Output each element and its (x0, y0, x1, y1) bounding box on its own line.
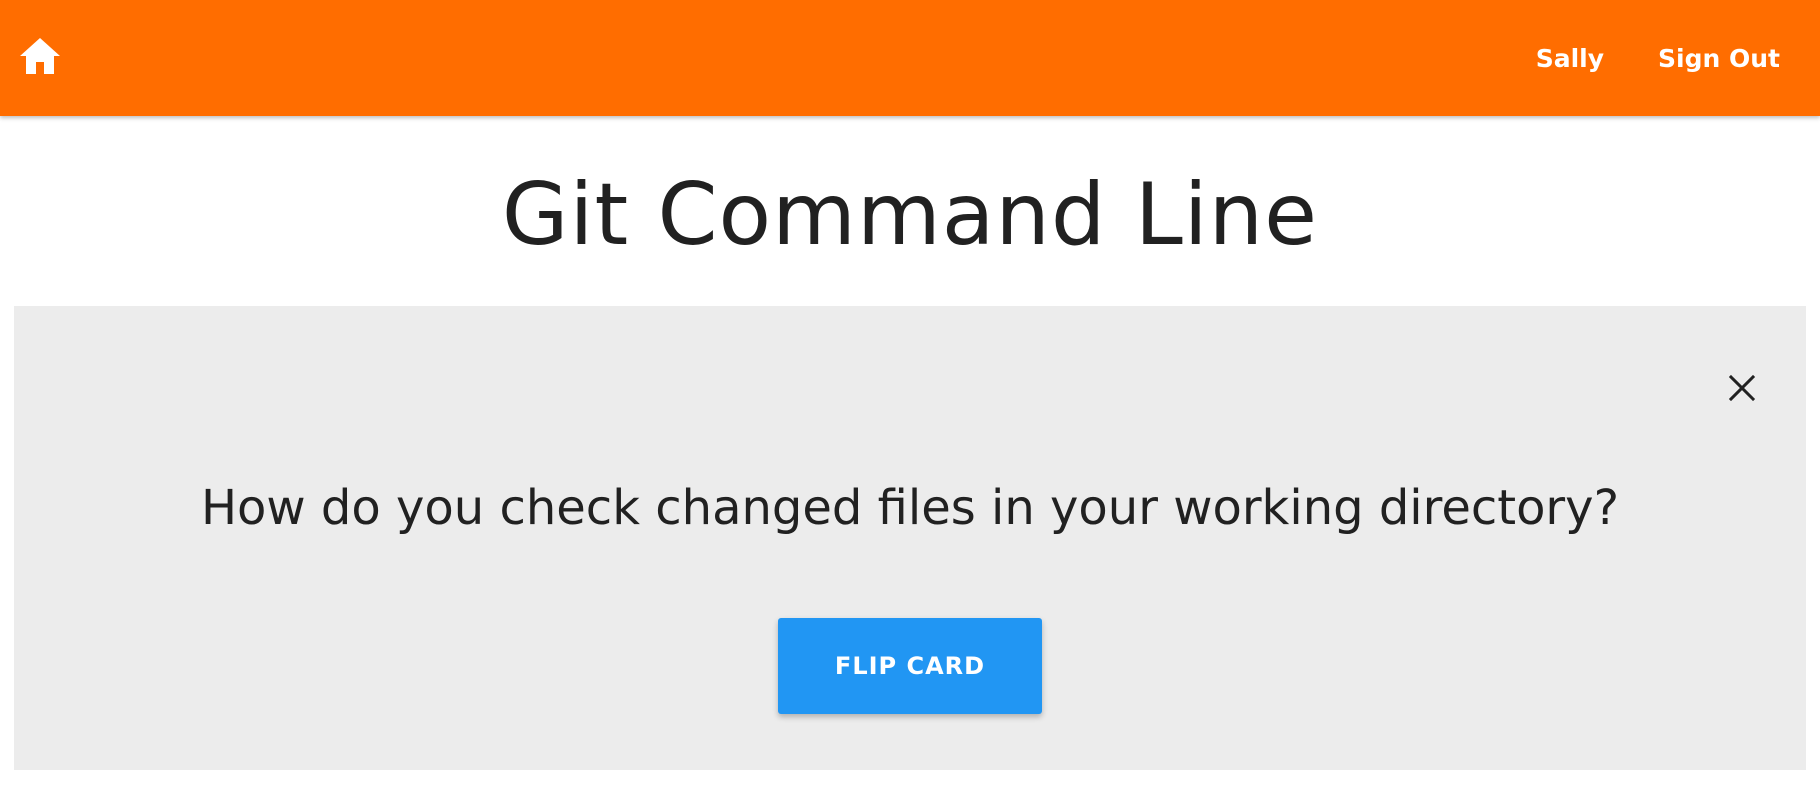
flashcard: How do you check changed files in your w… (14, 306, 1806, 770)
close-icon (1729, 375, 1755, 401)
user-name-link[interactable]: Sally (1536, 44, 1604, 73)
nav-right-links: Sally Sign Out (1536, 0, 1780, 116)
home-icon (20, 38, 60, 74)
card-question: How do you check changed files in your w… (200, 480, 1620, 536)
close-button[interactable] (1717, 363, 1767, 413)
page-title: Git Command Line (501, 165, 1319, 265)
home-button[interactable] (18, 36, 62, 76)
top-navbar: Sally Sign Out (0, 0, 1820, 116)
flip-card-button[interactable]: FLIP CARD (778, 618, 1042, 714)
sign-out-link[interactable]: Sign Out (1658, 44, 1780, 73)
